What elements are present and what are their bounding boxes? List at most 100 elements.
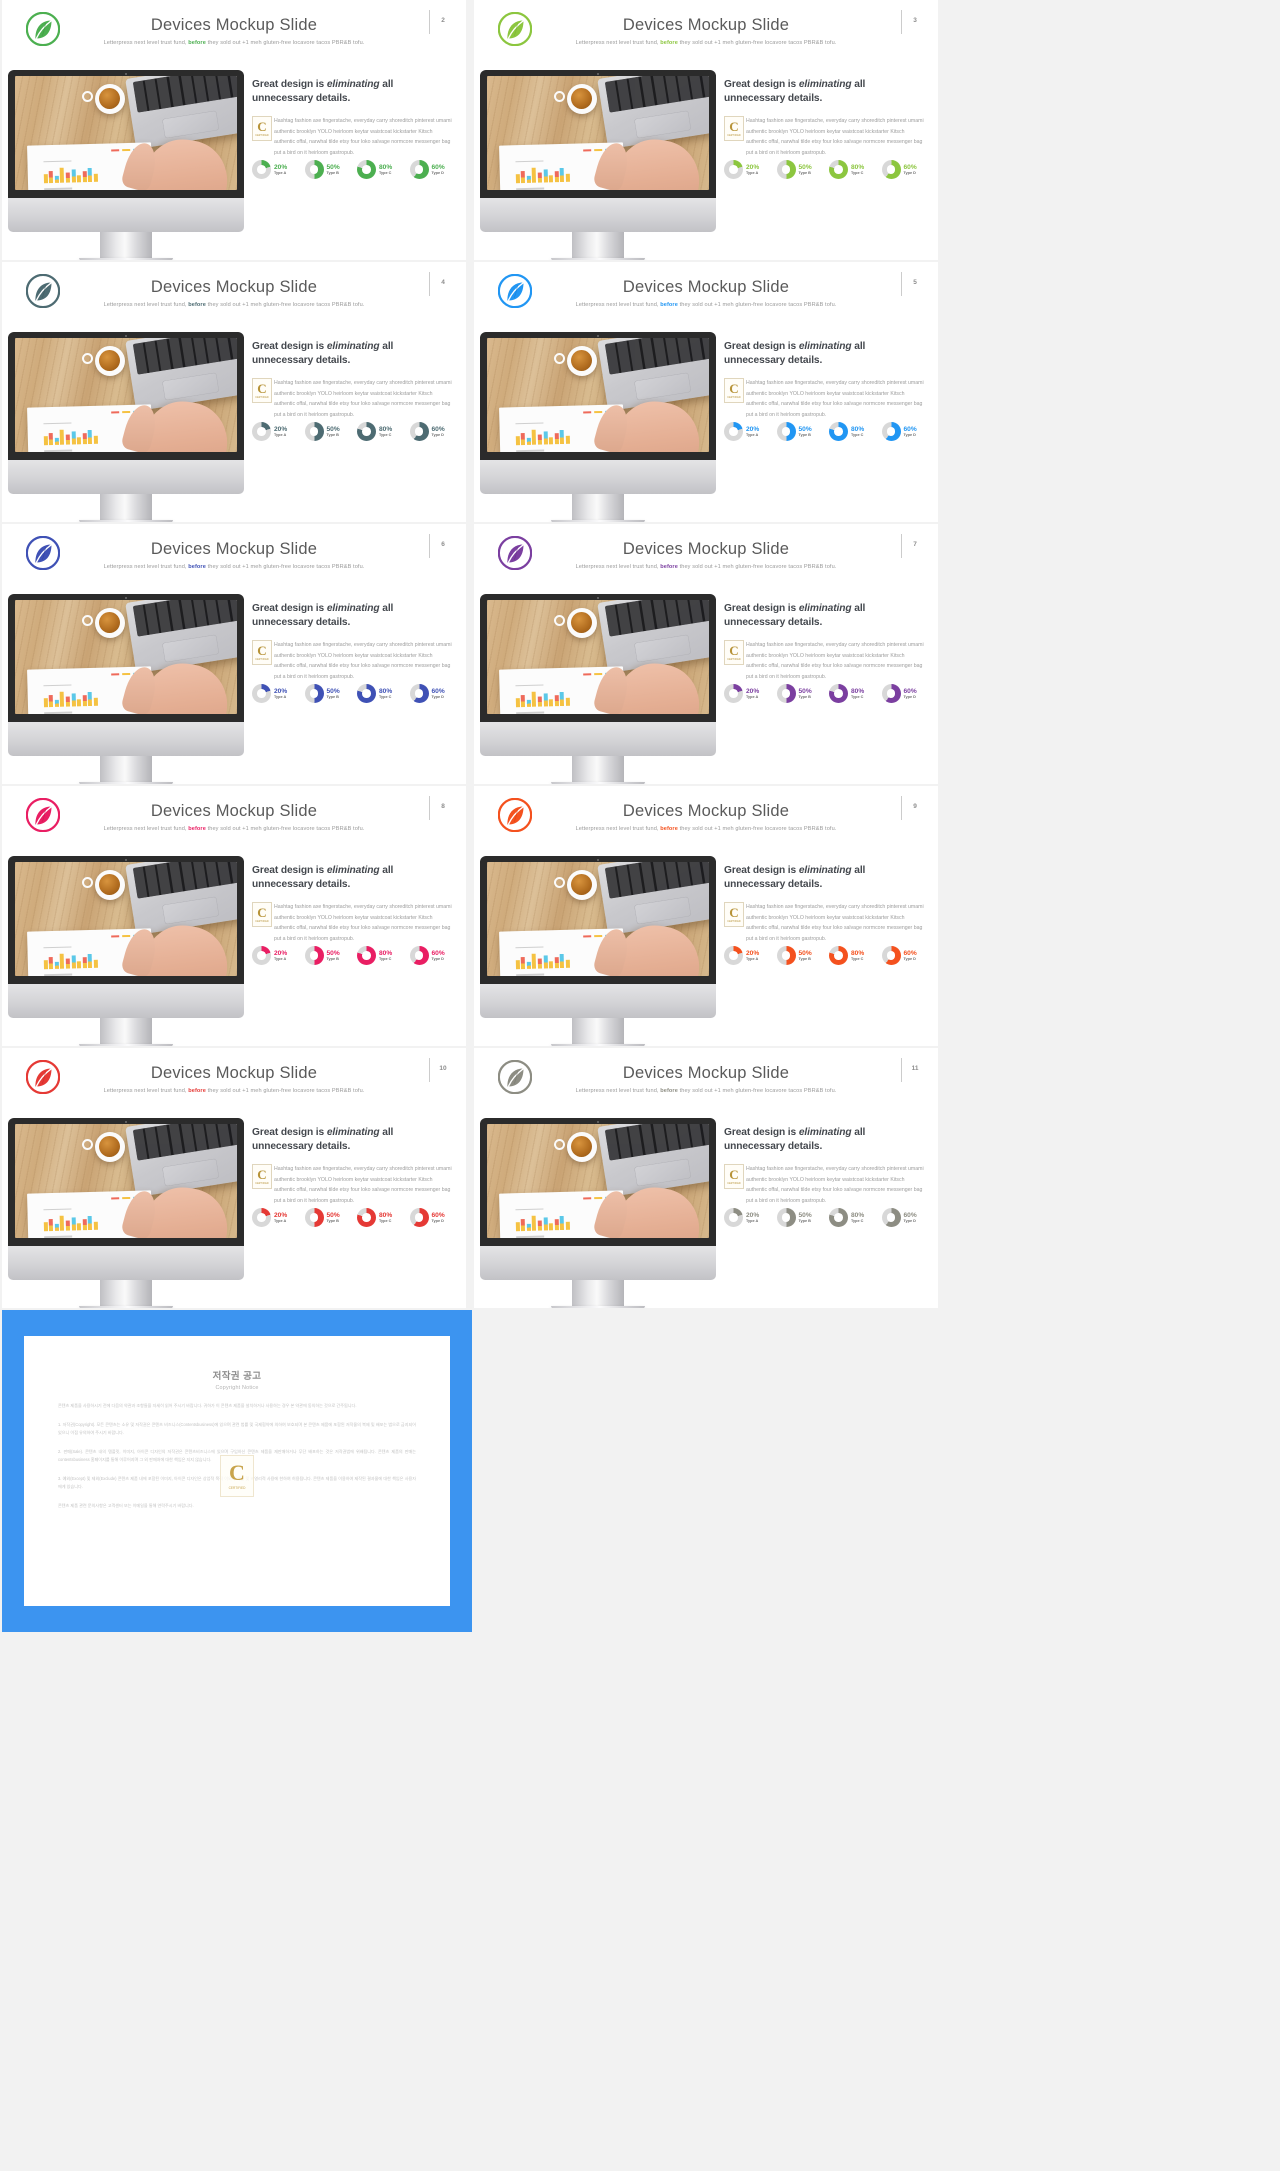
desk-photo [487, 600, 709, 714]
donut-percent: 60% [903, 163, 917, 171]
webcam-dot [125, 72, 127, 75]
donut-label: Type A [274, 957, 287, 962]
donut-chart [881, 946, 901, 965]
slide-number-divider [429, 1058, 430, 1082]
slide-number: 4 [441, 279, 445, 286]
webcam-dot [597, 334, 599, 337]
donut-stat: 50% Type B [776, 1208, 825, 1227]
donut-label: Type A [746, 1219, 759, 1224]
donut-label: Type D [431, 957, 444, 962]
paper-heading-line [515, 684, 544, 687]
cup-handle [553, 90, 565, 102]
monitor-base [79, 258, 173, 260]
donut-label: Type D [903, 433, 916, 438]
certified-badge: C CERTIFIED [724, 377, 744, 403]
monitor-stand [572, 756, 624, 782]
coffee-cup-icon [94, 83, 125, 114]
webcam-dot [125, 596, 127, 599]
donut-stats-row: 20% Type A 50% Type B 80% Type C 60% Type D [252, 422, 457, 441]
certified-watermark-badge: C CERTIFIED [220, 1455, 254, 1498]
slide-number: 11 [911, 1065, 919, 1072]
certified-caption: CERTIFIED [255, 1181, 269, 1185]
donut-percent: 80% [379, 163, 393, 171]
certified-caption: CERTIFIED [727, 919, 741, 923]
paper-heading-line [43, 1208, 72, 1211]
donut-label: Type B [326, 1219, 339, 1224]
body-paragraph-line: put a bird on it heirloom gastropub. [746, 411, 827, 418]
coffee-cup-icon [566, 1131, 597, 1162]
slide-thumbnail[interactable]: Devices Mockup Slide Letterpress next lev… [2, 786, 466, 1046]
desk-photo [15, 600, 237, 714]
donut-stat: 50% Type B [776, 946, 825, 965]
desk-photo [15, 338, 237, 452]
donut-chart [304, 684, 324, 703]
donut-label: Type B [798, 433, 811, 438]
slide-headline: Great design is eliminating all unnecess… [724, 1127, 866, 1153]
slide-subtitle: Letterpress next level trust fund, befor… [575, 40, 837, 46]
body-paragraph-line: put a bird on it heirloom gastropub. [746, 149, 827, 156]
donut-label: Type C [851, 695, 864, 700]
body-paragraph-line: authentic offal, narwhal tilde etsy four… [746, 925, 923, 932]
body-paragraph-line: Hashtag fashion axe fingerstache, everyd… [746, 379, 924, 386]
webcam-dot [597, 72, 599, 75]
slide-number-divider [901, 272, 902, 296]
donut-stat: 20% Type A [724, 946, 772, 965]
donut-label: Type A [274, 1219, 287, 1224]
monitor-base [79, 1044, 173, 1046]
slide-headline: Great design is eliminating all unnecess… [252, 865, 394, 891]
slide-text-block: Great design is eliminating all unnecess… [724, 1126, 924, 1207]
slide-number: 8 [441, 803, 445, 810]
donut-chart [724, 1208, 743, 1227]
slide-thumbnail[interactable]: Devices Mockup Slide Letterpress next lev… [474, 786, 938, 1046]
copyright-intro: 콘텐츠 제품을 사용하시기 전에 다음의 약관과 조항들을 자세히 읽어 주시기… [58, 1403, 357, 1408]
monitor-base [551, 258, 645, 260]
paper-heading-line [515, 1208, 544, 1211]
laptop-object [125, 862, 237, 936]
paper-heading-line [515, 946, 544, 949]
donut-percent: 50% [798, 163, 812, 171]
slide-number-divider [901, 1058, 902, 1082]
monitor-chin [480, 1246, 716, 1280]
body-paragraph-line: put a bird on it heirloom gastropub. [274, 149, 355, 156]
paper-subheading-line [43, 711, 72, 714]
slide-thumbnail-grid: Devices Mockup Slide Letterpress next lev… [0, 0, 1280, 1310]
slide-thumbnail[interactable]: Devices Mockup Slide Letterpress next lev… [2, 0, 466, 260]
copyright-outro: 콘텐츠 제품 관련 문의사항은 고객센터 또는 이메일을 통해 연락주시기 바랍… [58, 1502, 194, 1508]
body-paragraph-line: authentic brooklyn YOLO heirloom keytar … [746, 652, 905, 659]
slide-number-divider [429, 796, 430, 820]
body-paragraph-line: authentic brooklyn YOLO heirloom keytar … [746, 390, 905, 397]
slide-thumbnail[interactable]: Devices Mockup Slide Letterpress next lev… [2, 1048, 466, 1308]
donut-stat: 50% Type B [304, 946, 353, 965]
monitor-stand [572, 1018, 624, 1044]
cup-handle [553, 876, 565, 888]
donut-label: Type D [903, 171, 916, 176]
slide-thumbnail[interactable]: Devices Mockup Slide Letterpress next lev… [474, 1048, 938, 1308]
donut-percent: 60% [431, 949, 445, 957]
monitor-stand [572, 1280, 624, 1306]
donut-percent: 50% [798, 425, 812, 433]
donut-chart [304, 160, 324, 179]
donut-percent: 80% [379, 687, 393, 695]
imac-mockup [8, 332, 244, 522]
monitor-screen [8, 856, 244, 984]
body-paragraph-line: authentic brooklyn YOLO heirloom keytar … [274, 390, 433, 397]
donut-chart [252, 946, 271, 965]
cup-handle [553, 352, 565, 364]
slide-headline: Great design is eliminating all unnecess… [724, 865, 866, 891]
monitor-base [551, 1306, 645, 1308]
slide-title: Devices Mockup Slide [150, 540, 318, 558]
slide-thumbnail[interactable]: Devices Mockup Slide Letterpress next lev… [2, 262, 466, 522]
paragraph-with-badge: C CERTIFIED Hashtag fashion axe fingerstac… [252, 115, 452, 159]
slide-thumbnail[interactable]: Devices Mockup Slide Letterpress next lev… [2, 524, 466, 784]
donut-stat: 60% Type D [881, 946, 930, 965]
donut-label: Type B [798, 695, 811, 700]
monitor-stand [100, 232, 152, 258]
slide-thumbnail[interactable]: Devices Mockup Slide Letterpress next lev… [474, 262, 938, 522]
slide-thumbnail[interactable]: Devices Mockup Slide Letterpress next lev… [474, 0, 938, 260]
paragraph-with-badge: C CERTIFIED Hashtag fashion axe fingerstac… [252, 1163, 452, 1207]
copyright-notice-slide[interactable]: 저작권 공고 Copyright Notice 콘텐츠 제품을 사용하시기 전에… [2, 1310, 472, 1632]
paper-heading-line [43, 422, 72, 425]
cup-handle [81, 90, 93, 102]
donut-label: Type C [379, 957, 392, 962]
slide-thumbnail[interactable]: Devices Mockup Slide Letterpress next lev… [474, 524, 938, 784]
